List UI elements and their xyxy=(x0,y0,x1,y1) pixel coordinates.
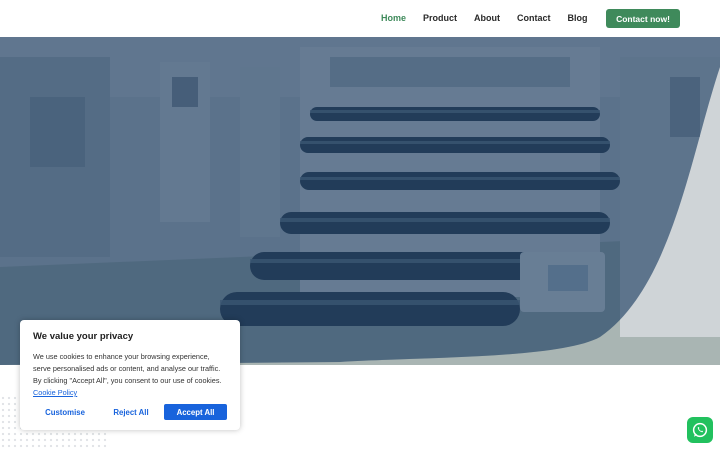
nav-about[interactable]: About xyxy=(466,0,509,37)
nav-product[interactable]: Product xyxy=(414,0,465,37)
page: Home Product About Contact Blog Contact … xyxy=(0,0,720,450)
cookie-description-text: We use cookies to enhance your browsing … xyxy=(33,352,222,385)
cookie-description: We use cookies to enhance your browsing … xyxy=(33,351,227,399)
cookie-consent-banner: We value your privacy We use cookies to … xyxy=(20,320,240,430)
factory-machine-photo xyxy=(0,37,720,365)
nav-home[interactable]: Home xyxy=(372,0,414,37)
reject-all-button[interactable]: Reject All xyxy=(102,404,160,420)
nav-blog[interactable]: Blog xyxy=(559,0,596,37)
cookie-policy-link[interactable]: Cookie Policy xyxy=(33,388,77,397)
whatsapp-icon xyxy=(692,422,708,438)
site-header: Home Product About Contact Blog Contact … xyxy=(0,0,720,37)
cookie-buttons: Customise Reject All Accept All xyxy=(33,404,227,420)
main-nav: Home Product About Contact Blog xyxy=(372,0,596,37)
contact-now-button[interactable]: Contact now! xyxy=(606,9,680,28)
accept-all-button[interactable]: Accept All xyxy=(164,404,227,420)
cookie-title: We value your privacy xyxy=(33,331,134,342)
nav-contact[interactable]: Contact xyxy=(509,0,560,37)
whatsapp-button[interactable] xyxy=(687,417,713,443)
customise-button[interactable]: Customise xyxy=(33,404,97,420)
hero-banner xyxy=(0,37,720,365)
